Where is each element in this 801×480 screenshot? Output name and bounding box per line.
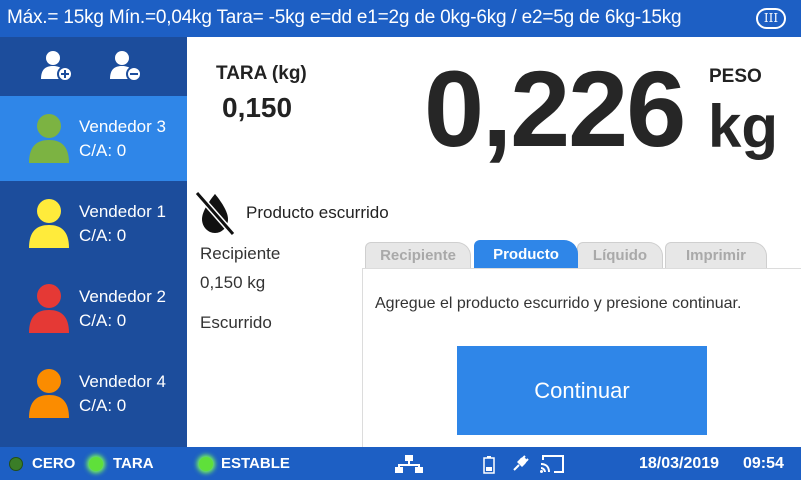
battery-icon: [483, 456, 495, 474]
tara-indicator-label: TARA: [113, 455, 154, 472]
process-tabs: Recipiente Líquido Imprimir Producto: [362, 240, 801, 268]
escurrido-label: Escurrido: [200, 313, 272, 332]
person-icon: [29, 284, 69, 333]
seller-item-vendedor-1[interactable]: Vendedor 1 C/A: 0: [0, 181, 187, 266]
network-icon: [395, 455, 423, 473]
cero-indicator-label: CERO: [32, 455, 76, 472]
seller-ca: C/A: 0: [79, 141, 127, 160]
date-display: 18/03/2019: [639, 455, 720, 472]
status-bar: CERO TARA ESTABLE 18/03/2019 09:54: [0, 447, 801, 480]
seller-item-vendedor-2[interactable]: Vendedor 2 C/A: 0: [0, 266, 187, 351]
add-user-icon[interactable]: [40, 49, 74, 83]
estable-indicator-label: ESTABLE: [221, 455, 290, 472]
product-status: Producto escurrido: [246, 203, 389, 222]
cero-indicator-led: [9, 457, 23, 471]
tab-recipiente[interactable]: Recipiente: [365, 242, 471, 268]
time-display: 09:54: [743, 455, 784, 472]
tara-indicator-led: [89, 457, 103, 471]
scale-specs: Máx.= 15kg Mín.=0,04kg Tara= -5kg e=dd e…: [7, 7, 682, 28]
weight-unit: kg: [708, 93, 779, 160]
person-icon: [29, 369, 69, 418]
instruction-message: Agregue el producto escurrido y presione…: [375, 295, 742, 312]
tab-producto[interactable]: Producto: [474, 240, 578, 268]
seller-name: Vendedor 1: [79, 202, 166, 221]
tab-imprimir[interactable]: Imprimir: [665, 242, 767, 268]
seller-ca: C/A: 0: [79, 226, 127, 245]
tab-panel: Agregue el producto escurrido y presione…: [362, 268, 801, 447]
seller-item-vendedor-4[interactable]: Vendedor 4 C/A: 0: [0, 351, 187, 436]
seller-sidebar: Vendedor 3 C/A: 0 Vendedor 1 C/A: 0 Vend…: [0, 37, 187, 447]
cast-screen-icon: [540, 455, 564, 473]
seller-name: Vendedor 2: [79, 287, 166, 306]
top-bar: Máx.= 15kg Mín.=0,04kg Tara= -5kg e=dd e…: [0, 0, 801, 37]
seller-item-vendedor-3[interactable]: Vendedor 3 C/A: 0: [0, 96, 187, 181]
recipiente-label: Recipiente: [200, 244, 281, 263]
person-icon: [29, 114, 69, 163]
no-liquid-drop-icon: [194, 191, 236, 236]
accuracy-class-badge: III: [756, 8, 786, 29]
weight-display: 0,226: [424, 48, 686, 169]
tab-liquido[interactable]: Líquido: [577, 242, 663, 268]
seller-ca: C/A: 0: [79, 396, 127, 415]
remove-user-icon[interactable]: [109, 49, 143, 83]
tara-value: 0,150: [222, 92, 293, 123]
estable-indicator-led: [199, 457, 213, 471]
seller-name: Vendedor 3: [79, 117, 166, 136]
peso-label: PESO: [709, 66, 762, 87]
power-plug-icon: [513, 455, 529, 471]
person-icon: [29, 199, 69, 248]
seller-ca: C/A: 0: [79, 311, 127, 330]
continue-button[interactable]: Continuar: [457, 346, 707, 435]
seller-name: Vendedor 4: [79, 372, 166, 391]
tara-label: TARA (kg): [216, 63, 307, 84]
user-actions: [0, 37, 187, 96]
recipiente-value: 0,150 kg: [200, 273, 266, 292]
